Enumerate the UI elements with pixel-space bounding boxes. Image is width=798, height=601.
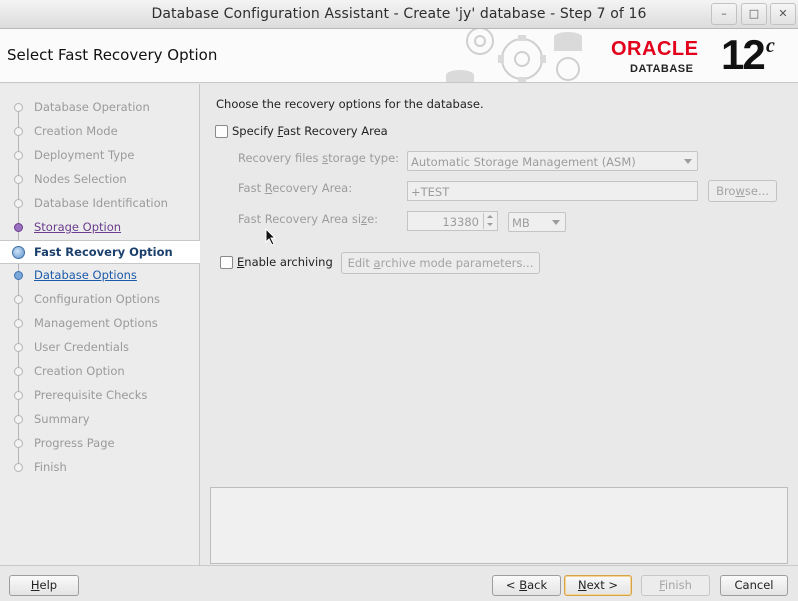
version-logo: 12 bbox=[721, 31, 766, 78]
next-button[interactable]: Next > bbox=[564, 575, 632, 596]
storage-type-select[interactable]: Automatic Storage Management (ASM) bbox=[407, 151, 698, 171]
step-label: Progress Page bbox=[34, 436, 115, 450]
version-suffix-logo: c bbox=[766, 35, 775, 57]
step-label: Database Identification bbox=[34, 196, 168, 210]
step-label: User Credentials bbox=[34, 340, 130, 354]
sidebar-step-deployment-type: Deployment Type bbox=[0, 144, 199, 168]
step-indicator-icon bbox=[14, 223, 23, 232]
step-label: Storage Option bbox=[34, 220, 122, 234]
step-indicator-icon bbox=[14, 199, 23, 208]
sidebar-step-creation-option: Creation Option bbox=[0, 360, 199, 384]
step-indicator-icon bbox=[14, 151, 23, 160]
step-indicator-icon bbox=[14, 103, 23, 112]
step-indicator-icon bbox=[14, 439, 23, 448]
page-header: Select Fast Recovery Option ORACLE DATAB… bbox=[0, 29, 798, 83]
step-label: Deployment Type bbox=[34, 148, 135, 162]
step-label: Management Options bbox=[34, 316, 158, 330]
wizard-footer: Help < Back Next > Finish Cancel bbox=[0, 565, 798, 601]
chevron-down-icon bbox=[684, 159, 692, 164]
specify-fra-checkbox[interactable] bbox=[215, 125, 228, 138]
sidebar-step-database-identification: Database Identification bbox=[0, 192, 199, 216]
sidebar-step-fast-recovery-option[interactable]: Fast Recovery Option bbox=[0, 240, 200, 264]
step-indicator-icon bbox=[14, 415, 23, 424]
sidebar-step-configuration-options: Configuration Options bbox=[0, 288, 199, 312]
step-indicator-icon bbox=[14, 271, 23, 280]
step-indicator-icon bbox=[14, 127, 23, 136]
step-label: Finish bbox=[34, 460, 67, 474]
mouse-cursor-icon bbox=[265, 228, 277, 246]
fra-location-input[interactable]: +TEST bbox=[407, 181, 698, 201]
sidebar-step-storage-option[interactable]: Storage Option bbox=[0, 216, 199, 240]
step-label: Creation Option bbox=[34, 364, 125, 378]
steps-sidebar: Database Operation Creation Mode Deploymen… bbox=[0, 84, 200, 565]
step-label: Creation Mode bbox=[34, 124, 118, 138]
step-label: Database Options bbox=[34, 268, 137, 282]
cancel-button[interactable]: Cancel bbox=[720, 575, 788, 596]
fra-size-unit-select[interactable]: MB bbox=[508, 212, 566, 232]
step-indicator-icon bbox=[14, 175, 23, 184]
maximize-icon[interactable]: □ bbox=[741, 3, 767, 25]
spinner-up-icon[interactable] bbox=[483, 213, 496, 221]
specify-fra-label[interactable]: Specify Fast Recovery Area bbox=[232, 124, 388, 138]
database-logo-text: DATABASE bbox=[630, 63, 694, 75]
edit-archive-parameters-button[interactable]: Edit archive mode parameters... bbox=[341, 252, 540, 274]
minimize-icon[interactable]: – bbox=[711, 3, 737, 25]
enable-archiving-checkbox[interactable] bbox=[220, 256, 233, 269]
window-title: Database Configuration Assistant - Creat… bbox=[151, 6, 647, 22]
step-label: Fast Recovery Option bbox=[34, 245, 173, 259]
finish-button[interactable]: Finish bbox=[641, 575, 710, 596]
intro-text: Choose the recovery options for the data… bbox=[216, 97, 484, 111]
sidebar-step-management-options: Management Options bbox=[0, 312, 199, 336]
messages-panel bbox=[210, 487, 788, 564]
chevron-down-icon bbox=[552, 220, 560, 225]
step-label: Prerequisite Checks bbox=[34, 388, 148, 402]
step-indicator-icon bbox=[14, 463, 23, 472]
help-button[interactable]: Help bbox=[9, 575, 79, 596]
step-label: Database Operation bbox=[34, 100, 150, 114]
fra-location-label: Fast Recovery Area: bbox=[238, 181, 353, 195]
sidebar-step-creation-mode: Creation Mode bbox=[0, 120, 199, 144]
spinner-down-icon[interactable] bbox=[483, 221, 496, 229]
step-label: Summary bbox=[34, 412, 90, 426]
storage-type-label: Recovery files storage type: bbox=[238, 151, 400, 165]
close-icon[interactable]: ✕ bbox=[770, 3, 796, 25]
fra-size-spinner[interactable]: 13380 bbox=[407, 211, 498, 231]
page-title: Select Fast Recovery Option bbox=[7, 46, 218, 64]
sidebar-step-progress-page: Progress Page bbox=[0, 432, 199, 456]
browse-button[interactable]: Browse... bbox=[708, 180, 777, 202]
step-indicator-icon bbox=[14, 319, 23, 328]
gears-decoration-icon bbox=[446, 29, 582, 82]
oracle-logo: ORACLE bbox=[611, 38, 699, 60]
step-label: Nodes Selection bbox=[34, 172, 127, 186]
sidebar-step-prerequisite-checks: Prerequisite Checks bbox=[0, 384, 199, 408]
sidebar-step-database-options[interactable]: Database Options bbox=[0, 264, 199, 288]
window-titlebar: Database Configuration Assistant - Creat… bbox=[0, 0, 798, 29]
step-label: Configuration Options bbox=[34, 292, 161, 306]
fra-size-label: Fast Recovery Area size: bbox=[238, 212, 379, 226]
back-button[interactable]: < Back bbox=[492, 575, 561, 596]
sidebar-step-database-operation: Database Operation bbox=[0, 96, 199, 120]
sidebar-step-summary: Summary bbox=[0, 408, 199, 432]
sidebar-step-nodes-selection: Nodes Selection bbox=[0, 168, 199, 192]
step-indicator-icon bbox=[14, 343, 23, 352]
sidebar-step-user-credentials: User Credentials bbox=[0, 336, 199, 360]
enable-archiving-label[interactable]: Enable archiving bbox=[237, 255, 333, 269]
step-indicator-icon bbox=[14, 295, 23, 304]
step-indicator-icon bbox=[14, 391, 23, 400]
sidebar-step-finish: Finish bbox=[0, 456, 199, 480]
main-content: Choose the recovery options for the data… bbox=[201, 84, 798, 565]
step-indicator-icon bbox=[12, 246, 25, 259]
step-indicator-icon bbox=[14, 367, 23, 376]
